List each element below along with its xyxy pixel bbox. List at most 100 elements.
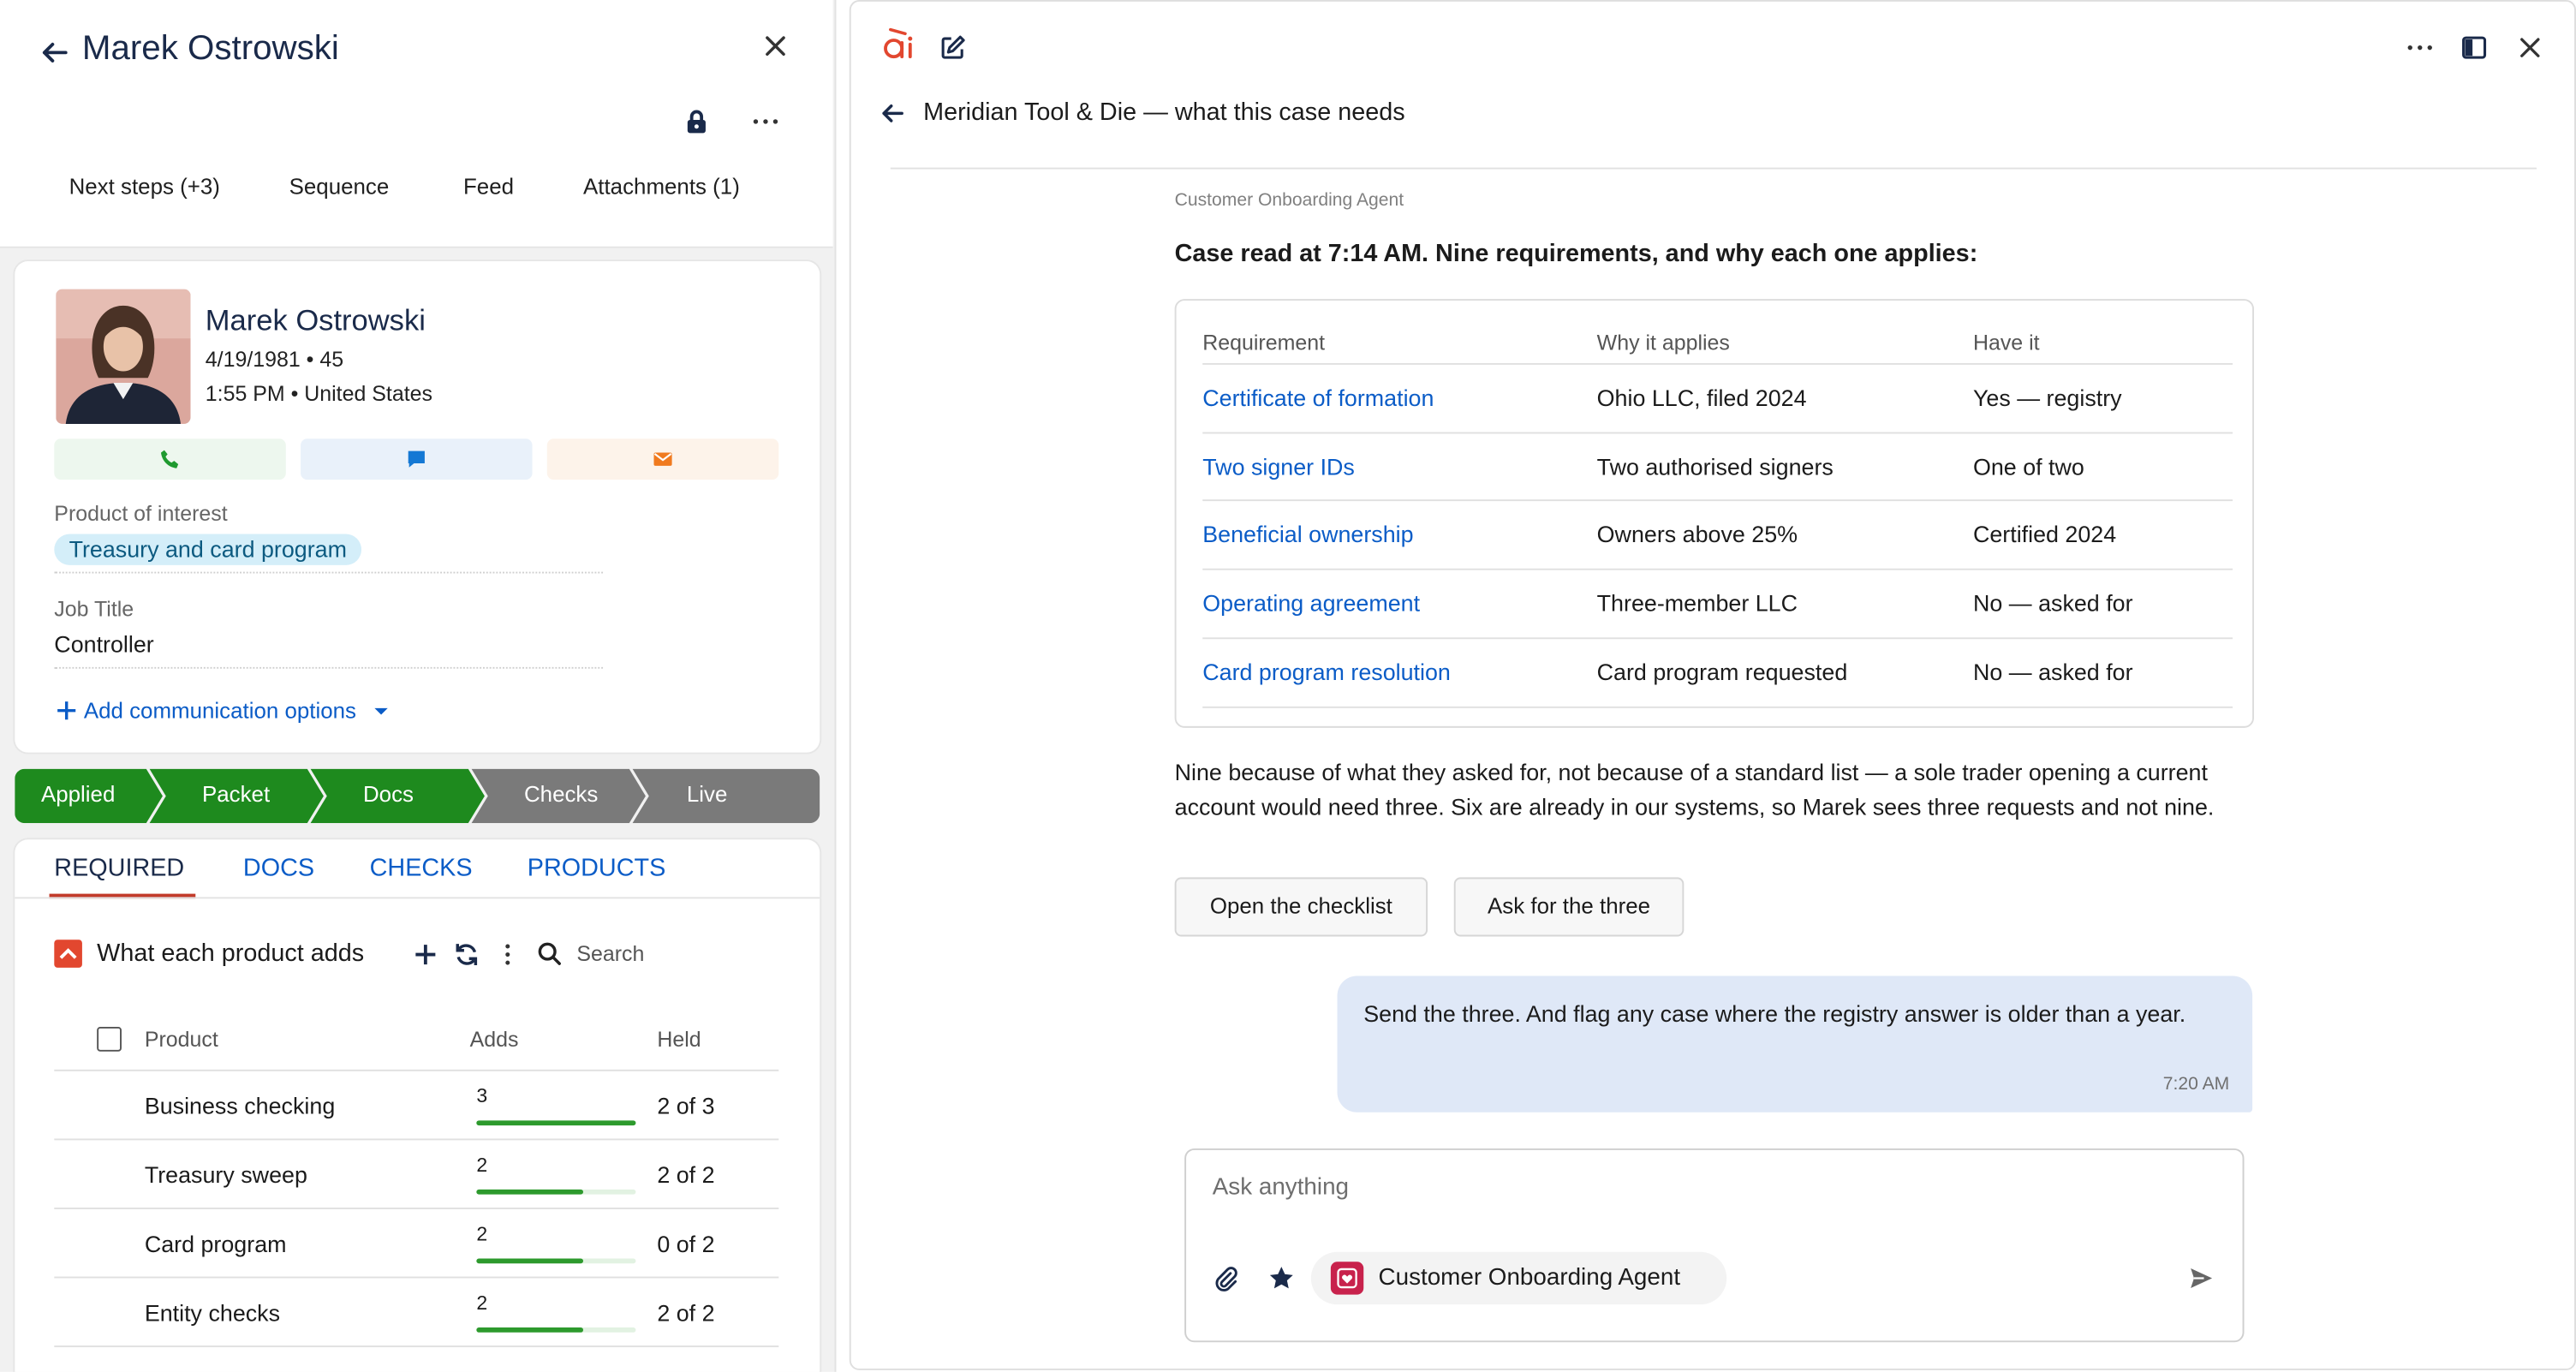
column-header-why: Why it applies: [1596, 330, 1730, 355]
column-header-product: Product: [144, 1026, 218, 1052]
user-message-text: Send the three. And flag any case where …: [1363, 1000, 2186, 1027]
table-row[interactable]: Business checking 3 2 of 3: [54, 1069, 779, 1140]
have-cell: Certified 2024: [1972, 521, 2117, 547]
stage-label: Docs: [362, 782, 414, 807]
chat-icon: [408, 450, 425, 468]
have-cell: No — asked for: [1972, 589, 2133, 617]
stage-label: Checks: [523, 782, 599, 807]
search-icon[interactable]: [537, 941, 562, 966]
tab-sequence[interactable]: Sequence: [289, 174, 390, 199]
product-interest-tag[interactable]: Treasury and card program: [54, 534, 362, 565]
profile-name: Marek Ostrowski: [205, 303, 426, 337]
avatar: [56, 289, 191, 424]
agent-name-label: Customer Onboarding Agent: [1174, 190, 1404, 211]
email-button[interactable]: [546, 438, 779, 480]
add-icon[interactable]: [413, 941, 439, 968]
requirement-link[interactable]: Card program resolution: [1202, 659, 1451, 685]
table-row[interactable]: Treasury sweep 2 2 of 2: [54, 1138, 779, 1208]
response-paragraph: Nine because of what they asked for, not…: [1174, 759, 2215, 820]
more-options-icon[interactable]: [749, 109, 782, 135]
held-cell: 0 of 2: [657, 1230, 715, 1257]
have-cell: No — asked for: [1972, 659, 2133, 685]
plus-icon: [57, 701, 76, 720]
attach-icon[interactable]: [1213, 1265, 1239, 1291]
tab-checks[interactable]: CHECKS: [370, 855, 473, 883]
adds-cell: 3: [476, 1084, 488, 1107]
ask-for-three-button[interactable]: Ask for the three: [1453, 877, 1685, 937]
collapse-section-icon[interactable]: [54, 940, 82, 968]
requirement-link[interactable]: Beneficial ownership: [1202, 521, 1413, 547]
stage-label: Live: [686, 782, 728, 807]
refresh-icon[interactable]: [453, 941, 480, 968]
adds-cell: 2: [476, 1222, 488, 1246]
tab-attachments[interactable]: Attachments (1): [583, 174, 740, 199]
contact-header: Marek Ostrowski Next steps (+3) Sequence…: [0, 0, 833, 248]
close-icon[interactable]: [2517, 34, 2543, 61]
table-row: Operating agreement Three-member LLC No …: [1202, 568, 2233, 638]
tab-feed[interactable]: Feed: [463, 174, 514, 199]
tab-products[interactable]: PRODUCTS: [528, 855, 665, 883]
table-row[interactable]: Card program 2 0 of 2: [54, 1208, 779, 1278]
search-input[interactable]: Search: [576, 941, 644, 966]
lock-icon[interactable]: [683, 109, 710, 135]
contact-panel: Marek Ostrowski Next steps (+3) Sequence…: [0, 0, 837, 1372]
header-divider: [890, 167, 2537, 170]
add-communication-options[interactable]: Add communication options: [56, 698, 389, 723]
table-row: Beneficial ownership Owners above 25% Ce…: [1202, 499, 2233, 569]
chat-input[interactable]: Ask anything: [1213, 1175, 1349, 1202]
product-cell: Card program: [144, 1230, 287, 1257]
tab-docs[interactable]: DOCS: [243, 855, 314, 883]
have-cell: Yes — registry: [1972, 384, 2122, 411]
agent-chip-label: Customer Onboarding Agent: [1378, 1265, 1681, 1291]
tab-required[interactable]: REQUIRED: [54, 855, 184, 883]
back-arrow-icon[interactable]: [39, 38, 69, 68]
response-lead: Case read at 7:14 AM. Nine requirements,…: [1174, 240, 1978, 268]
adds-cell: 2: [476, 1291, 488, 1315]
table-row[interactable]: Entity checks 2 2 of 2: [54, 1276, 779, 1347]
dock-panel-icon[interactable]: [2461, 34, 2488, 61]
new-chat-edit-icon[interactable]: [939, 34, 966, 61]
section-title: What each product adds: [97, 940, 365, 968]
select-all-checkbox[interactable]: [97, 1026, 122, 1052]
back-arrow-icon[interactable]: [879, 100, 905, 127]
star-icon[interactable]: [1268, 1265, 1295, 1291]
chat-composer[interactable]: Ask anything Customer Onboarding Agent: [1184, 1148, 2245, 1343]
call-button[interactable]: [54, 438, 286, 480]
more-vertical-icon[interactable]: [496, 941, 519, 968]
adds-cell: 2: [476, 1153, 488, 1177]
tab-divider: [15, 897, 820, 899]
send-icon[interactable]: [2188, 1265, 2215, 1291]
phone-icon: [161, 450, 179, 468]
tab-next-steps[interactable]: Next steps (+3): [69, 174, 220, 199]
requirement-link[interactable]: Certificate of formation: [1202, 385, 1434, 411]
mail-icon: [653, 452, 672, 466]
have-cell: One of two: [1972, 453, 2084, 480]
requirement-link[interactable]: Operating agreement: [1202, 590, 1420, 617]
message-button[interactable]: [301, 438, 533, 480]
more-options-icon[interactable]: [2405, 34, 2435, 61]
field-divider: [54, 666, 604, 669]
why-cell: Card program requested: [1596, 659, 1848, 685]
table-row[interactable]: [54, 1345, 779, 1372]
job-title-value[interactable]: Controller: [54, 631, 153, 658]
table-row: Certificate of formation Ohio LLC, filed…: [1202, 362, 2233, 432]
profile-birthdate: 4/19/1981 • 45: [205, 346, 344, 372]
table-row: Card program resolution Card program req…: [1202, 637, 2233, 708]
product-cell: Business checking: [144, 1092, 336, 1119]
close-icon[interactable]: [759, 30, 791, 63]
adds-progress-bar: [476, 1327, 636, 1333]
why-cell: Three-member LLC: [1596, 589, 1798, 617]
why-cell: Ohio LLC, filed 2024: [1596, 384, 1807, 411]
column-header-requirement: Requirement: [1202, 330, 1326, 355]
agent-selector-chip[interactable]: Customer Onboarding Agent: [1310, 1251, 1727, 1305]
open-checklist-button[interactable]: Open the checklist: [1174, 877, 1428, 937]
agent-badge-icon: [1330, 1262, 1364, 1295]
why-cell: Owners above 25%: [1596, 521, 1798, 547]
column-header-held: Held: [657, 1026, 701, 1052]
held-cell: 2 of 2: [657, 1161, 715, 1188]
requirement-link[interactable]: Two signer IDs: [1202, 453, 1355, 480]
ai-logo-icon: [884, 27, 913, 59]
column-header-adds: Adds: [469, 1026, 519, 1052]
product-interest-label: Product of interest: [54, 501, 228, 526]
stage-label: Packet: [201, 782, 271, 807]
